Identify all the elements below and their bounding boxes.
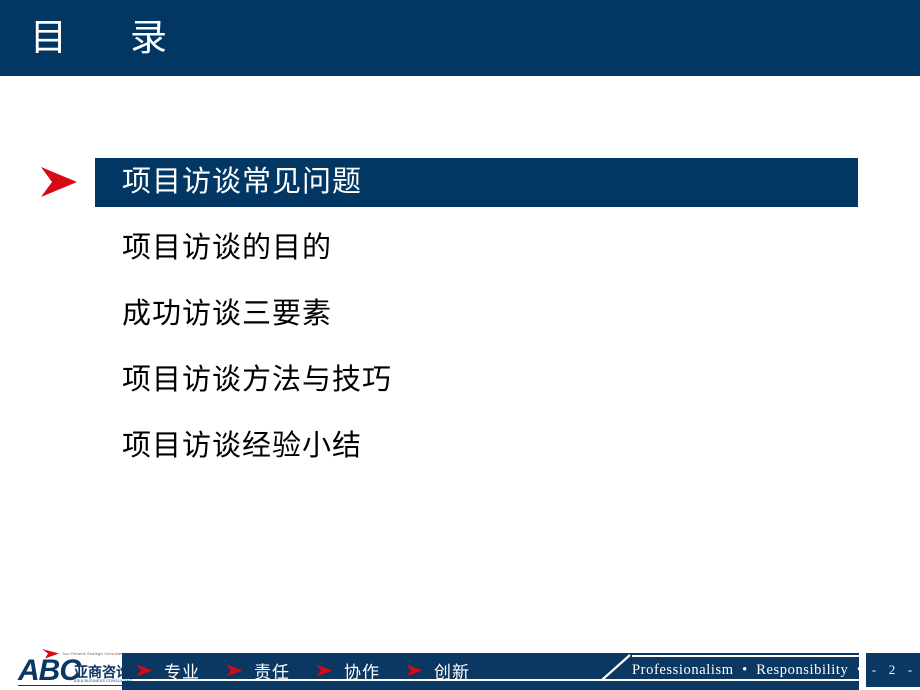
- logo-name-en: ASIA BUSINESS CONSULTING: [74, 679, 133, 683]
- logo-underline: [18, 685, 122, 686]
- company-logo: Your Reliable Strategic Consultant ABC 亚…: [18, 648, 132, 688]
- toc-item-4[interactable]: 项目访谈方法与技巧: [0, 348, 920, 414]
- table-of-contents: 项目访谈常见问题 项目访谈的目的 成功访谈三要素 项目访谈方法与技巧 项目访谈经…: [0, 150, 920, 480]
- arrow-bullet-icon: [41, 167, 77, 197]
- toc-item-3[interactable]: 成功访谈三要素: [0, 282, 920, 348]
- arrow-bullet-icon: [406, 664, 423, 676]
- toc-item-label: 项目访谈的目的: [122, 232, 333, 264]
- footer-bottom-strip: [122, 681, 859, 690]
- page-number: - 2 -: [871, 662, 915, 677]
- slide-footer: 专业 责任 协作 创新 Professionalism • Responsibi…: [0, 645, 920, 690]
- logo-wordmark: ABC: [18, 654, 81, 687]
- arrow-bullet-icon: [316, 664, 333, 676]
- toc-item-5[interactable]: 项目访谈经验小结: [0, 414, 920, 480]
- page-number-box: - 2 -: [866, 653, 920, 687]
- slide-header: 目 录: [0, 0, 920, 76]
- toc-item-1[interactable]: 项目访谈常见问题: [0, 150, 920, 216]
- page-title: 目 录: [30, 18, 180, 59]
- toc-item-label: 成功访谈三要素: [122, 298, 333, 330]
- arrow-bullet-icon: [226, 664, 243, 676]
- toc-item-label: 项目访谈方法与技巧: [122, 364, 393, 396]
- toc-item-2[interactable]: 项目访谈的目的: [0, 216, 920, 282]
- arrow-bullet-icon: [136, 664, 153, 676]
- toc-item-label: 项目访谈经验小结: [122, 430, 363, 462]
- toc-item-label: 项目访谈常见问题: [122, 166, 363, 198]
